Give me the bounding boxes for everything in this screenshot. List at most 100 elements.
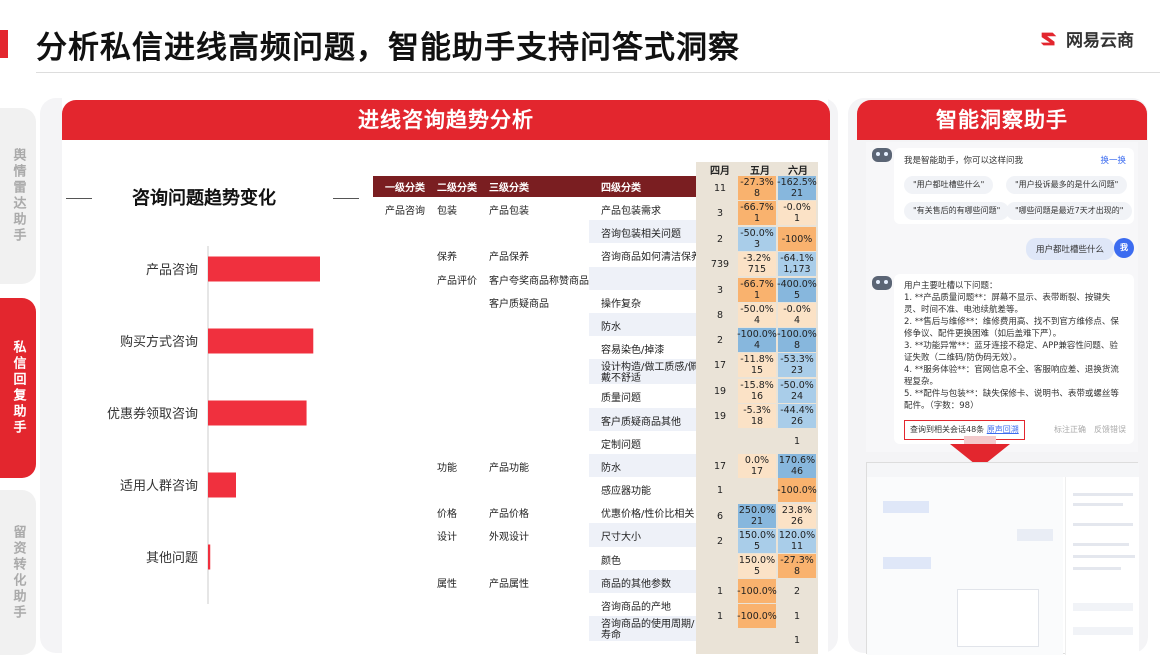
suggestion-chip[interactable]: "哪些问题是最近7天才出现的" (1006, 202, 1133, 220)
robot-icon (872, 148, 892, 162)
side-tab-opinion-radar[interactable]: 舆情雷达助手 (0, 108, 36, 284)
suggestion-chip[interactable]: "用户投诉最多的是什么问题" (1006, 176, 1128, 194)
table-cell (373, 220, 425, 243)
table-cell: 产品保养 (489, 252, 529, 264)
voice-trace-link[interactable]: 原声回溯 (987, 425, 1019, 434)
table-cell (373, 243, 425, 266)
answer-line: 4. **服务体验**：官网信息不全、客服响应差、退换货流程复杂。 (904, 365, 1119, 387)
may-value: 150.0% 5 (738, 554, 776, 578)
april-value: 1 (716, 585, 724, 597)
may-value: -100.0% (737, 579, 777, 603)
may-value: -66.7% 1 (738, 278, 776, 302)
table-row: 容易染色/掉漆 (373, 336, 701, 359)
slide: 分析私信进线高频问题，智能助手支持问答式洞察 网易云商 舆情雷达助手 私信回复助… (0, 0, 1170, 655)
table-cell (373, 336, 425, 359)
table-cell (373, 384, 425, 407)
trend-analysis-header: 进线咨询趋势分析 (62, 100, 830, 140)
answer-line: 用户主要吐槽以下问题： (904, 281, 998, 291)
side-tab-dm-reply[interactable]: 私信回复助手 (0, 298, 36, 478)
june-value: -44.4% 26 (778, 404, 816, 428)
may-value: 250.0% 21 (738, 504, 776, 528)
table-cell: 包装 (437, 206, 457, 217)
table-cell (425, 313, 477, 336)
table-header-cell: 一级分类 (373, 176, 425, 197)
screenshot-line (1073, 523, 1133, 526)
screenshot-bubble (1017, 529, 1053, 541)
june-value: 23.8% 26 (778, 504, 816, 528)
table-cell: 产品包装 (489, 206, 529, 217)
table-header-row: 一级分类 二级分类 三级分类 四级分类 (373, 176, 701, 197)
table-row: 质量问题 (373, 384, 701, 407)
category-label: 其他问题 (146, 551, 198, 566)
table-cell (425, 384, 477, 407)
bar-4 (208, 544, 211, 570)
table-cell: 颜色 (601, 555, 621, 567)
screenshot-line (1073, 493, 1133, 496)
table-cell: 感应器功能 (601, 486, 651, 498)
june-value: -53.3% 23 (778, 353, 816, 377)
page-title: 分析私信进线高频问题，智能助手支持问答式洞察 (36, 30, 740, 66)
table-cell (373, 454, 425, 477)
table-header-cell: 三级分类 (477, 176, 589, 197)
insight-assistant-header: 智能洞察助手 (857, 100, 1147, 140)
table-cell: 产品包装需求 (601, 206, 661, 217)
june-value: -162.5% 21 (777, 176, 817, 200)
suggestion-chip[interactable]: "用户都吐槽些什么" (904, 176, 994, 194)
chart-title: 咨询问题趋势变化 (132, 188, 276, 209)
table-cell (477, 313, 589, 336)
may-value: -11.8% 15 (738, 353, 776, 377)
may-value: -5.3% 18 (738, 404, 776, 428)
table-cell: 客户夸奖商品称赞商品 (489, 275, 589, 287)
greeting-card: 我是智能助手，你可以这样问我 换一换 "用户都吐槽些什么" "用户投诉最多的是什… (894, 148, 1134, 224)
chart-title-rule-left (66, 198, 92, 199)
table-cell (373, 593, 425, 616)
answer-line: 1. **产品质量问题**：屏幕不显示、表带断裂、按键失灵、时间不准、电池续航差… (904, 293, 1111, 315)
june-value: -50.0% 24 (778, 379, 816, 403)
june-value: -64.1% 1,173 (778, 252, 816, 276)
table-cell: 客户质疑商品 (489, 298, 549, 310)
table-cell: 客户质疑商品其他 (589, 407, 701, 431)
chart-title-rule-right (333, 198, 359, 199)
refresh-suggestions-link[interactable]: 换一换 (1100, 155, 1126, 167)
robot-icon (872, 276, 892, 290)
table-cell: 产品功能 (489, 462, 529, 474)
may-value: -100.0% 4 (737, 328, 777, 352)
screenshot-bubble (883, 501, 929, 513)
table-row: 颜色 (373, 547, 701, 570)
brand-logo: 网易云商 (1038, 26, 1134, 51)
mark-correct-button[interactable]: 标注正确 (1054, 424, 1086, 436)
april-value: 17 (713, 359, 727, 371)
table-row: 产品评价 客户夸奖商品称赞商品 (373, 266, 701, 290)
side-tab-lead-conversion[interactable]: 留资转化助手 (0, 490, 36, 655)
table-cell (373, 477, 425, 500)
table-cell (425, 431, 477, 454)
table-cell (425, 547, 477, 570)
table-cell: 产品咨询 (385, 206, 425, 217)
may-value: -15.8% 16 (738, 379, 776, 403)
table-cell: 尺寸大小 (589, 523, 701, 547)
april-value: 2 (716, 535, 724, 547)
april-value: 8 (716, 309, 724, 321)
table-cell: 功能 (437, 462, 457, 474)
table-cell: 价格 (437, 509, 457, 521)
report-error-button[interactable]: 反馈错误 (1094, 424, 1126, 436)
table-row: 设计 外观设计 尺寸大小 (373, 523, 701, 547)
table-cell: 咨询商品如何清洁保养 (601, 252, 701, 264)
answer-line: 3. **功能异常**：蓝牙连接不稳定、APP兼容性问题、验证失败（二维码/防伪… (904, 341, 1118, 363)
april-value: 2 (716, 233, 724, 245)
netease-logo-icon (1040, 32, 1057, 45)
table-cell: 属性 (437, 578, 457, 590)
table-cell (477, 616, 589, 641)
suggestion-chip[interactable]: "有关售后的有哪些问题" (904, 202, 1010, 220)
table-cell (373, 616, 425, 641)
table-row: 咨询商品的产地 (373, 593, 701, 616)
screenshot-line (1073, 503, 1123, 506)
april-value: 2 (716, 334, 724, 346)
june-value: -400.0% 5 (777, 278, 817, 302)
table-cell (425, 359, 477, 384)
table-row: 客户质疑商品其他 (373, 407, 701, 431)
table-cell (425, 477, 477, 500)
table-cell: 设计 (437, 532, 457, 544)
related-sessions-count: 查询到相关会话48条 (910, 425, 985, 434)
may-value: -50.0% 4 (738, 303, 776, 327)
